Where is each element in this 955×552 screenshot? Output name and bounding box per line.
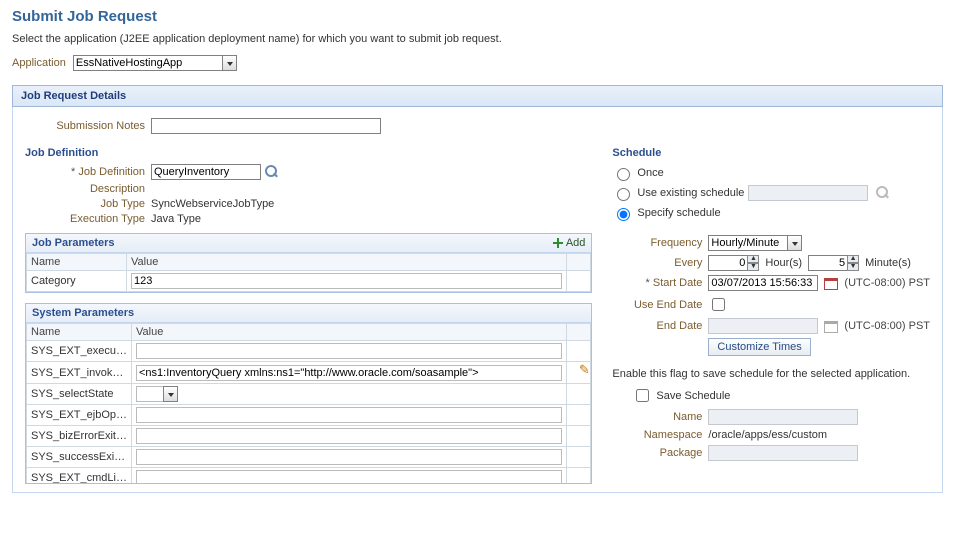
param-value-select[interactable] (136, 386, 164, 402)
schedule-existing-label: Use existing schedule (637, 187, 744, 199)
schedule-section-title: Schedule (612, 143, 930, 161)
job-request-details-header: Job Request Details (12, 85, 943, 107)
table-row: SYS_EXT_invokeM... (27, 362, 591, 384)
param-value-input[interactable] (136, 428, 562, 444)
schedule-name-label: Name (612, 411, 702, 423)
param-value-input[interactable] (136, 470, 562, 483)
job-type-label: Job Type (25, 198, 145, 210)
param-name: SYS_bizErrorExitC... (31, 430, 127, 442)
col-name: Name (27, 254, 127, 271)
edit-icon[interactable] (572, 364, 586, 378)
add-button[interactable]: Add (552, 237, 586, 249)
page-title: Submit Job Request (12, 8, 943, 25)
timezone-text: (UTC-08:00) PST (844, 320, 930, 332)
use-end-date-checkbox[interactable] (712, 298, 725, 311)
system-parameters-title: System Parameters (32, 307, 134, 319)
table-row: SYS_EXT_cmdLine... (27, 468, 591, 484)
search-icon[interactable] (265, 165, 279, 179)
system-parameters-table: Name Value SYS_EXT_executa... SYS_EXT_in… (26, 323, 591, 483)
schedule-existing-radio[interactable] (617, 188, 630, 201)
application-select[interactable] (73, 55, 223, 71)
param-value-input[interactable] (136, 407, 562, 423)
save-schedule-checkbox[interactable] (636, 389, 649, 402)
save-schedule-hint: Enable this flag to save schedule for th… (612, 368, 930, 380)
chevron-down-icon[interactable] (163, 386, 178, 402)
param-name: SYS_EXT_invokeM... (31, 367, 127, 379)
submission-notes-input[interactable] (151, 118, 381, 134)
schedule-once-radio[interactable] (617, 168, 630, 181)
param-name: SYS_successExitC... (31, 451, 127, 463)
application-dropdown-icon[interactable] (222, 55, 237, 71)
minutes-input[interactable] (808, 255, 848, 271)
every-label: Every (612, 257, 702, 269)
calendar-icon (824, 319, 838, 333)
minutes-suffix: Minute(s) (865, 257, 911, 269)
table-row: Category (27, 271, 591, 292)
schedule-name-input (708, 409, 858, 425)
col-value: Value (127, 254, 567, 271)
table-row: SYS_selectState (27, 384, 591, 405)
param-name: SYS_EXT_ejbOper... (31, 409, 127, 421)
plus-icon (552, 237, 564, 249)
save-schedule-label: Save Schedule (656, 390, 730, 402)
chevron-down-icon[interactable] (787, 235, 802, 251)
timezone-text: (UTC-08:00) PST (844, 277, 930, 289)
execution-type-value: Java Type (151, 213, 201, 225)
schedule-namespace-label: Namespace (612, 429, 702, 441)
job-type-value: SyncWebserviceJobType (151, 198, 274, 210)
job-definition-label: Job Definition (25, 166, 145, 178)
param-name: Category (27, 271, 127, 292)
table-row: SYS_EXT_executa... (27, 341, 591, 362)
start-date-label: Start Date (612, 277, 702, 289)
calendar-icon[interactable] (824, 276, 838, 290)
description-label: Description (25, 183, 145, 195)
search-icon (876, 186, 890, 200)
schedule-namespace-value: /oracle/apps/ess/custom (708, 429, 827, 441)
job-definition-input[interactable] (151, 164, 261, 180)
col-name: Name (27, 324, 132, 341)
schedule-specify-radio[interactable] (617, 208, 630, 221)
param-name: SYS_EXT_cmdLine... (31, 472, 127, 483)
table-row: SYS_bizErrorExitC... (27, 426, 591, 447)
param-name: SYS_selectState (31, 388, 127, 400)
schedule-package-input (708, 445, 858, 461)
param-value-input[interactable] (136, 365, 562, 381)
param-value-input[interactable] (136, 343, 562, 359)
hours-suffix: Hour(s) (765, 257, 802, 269)
col-value: Value (132, 324, 567, 341)
job-definition-section-title: Job Definition (25, 143, 592, 161)
execution-type-label: Execution Type (25, 213, 145, 225)
add-label: Add (566, 237, 586, 249)
job-parameters-table: Name Value Category (26, 253, 591, 292)
table-row: SYS_EXT_ejbOper... (27, 405, 591, 426)
start-date-input[interactable] (708, 275, 818, 291)
param-name: SYS_EXT_executa... (31, 345, 127, 357)
schedule-specify-label: Specify schedule (637, 207, 720, 219)
param-value-input[interactable] (131, 273, 562, 289)
job-parameters-title: Job Parameters (32, 237, 115, 249)
end-date-label: End Date (612, 320, 702, 332)
hours-spinner[interactable]: ▲▼ (747, 255, 759, 271)
use-end-date-label: Use End Date (612, 299, 702, 311)
frequency-select[interactable] (708, 235, 788, 251)
customize-times-button[interactable]: Customize Times (708, 338, 810, 356)
frequency-label: Frequency (612, 237, 702, 249)
existing-schedule-input (748, 185, 868, 201)
application-label: Application (12, 57, 66, 69)
page-instructions: Select the application (J2EE application… (12, 33, 943, 45)
param-value-input[interactable] (136, 449, 562, 465)
table-row: SYS_successExitC... (27, 447, 591, 468)
schedule-once-label: Once (637, 167, 663, 179)
schedule-package-label: Package (612, 447, 702, 459)
minutes-spinner[interactable]: ▲▼ (847, 255, 859, 271)
hours-input[interactable] (708, 255, 748, 271)
end-date-input (708, 318, 818, 334)
submission-notes-label: Submission Notes (25, 120, 145, 132)
